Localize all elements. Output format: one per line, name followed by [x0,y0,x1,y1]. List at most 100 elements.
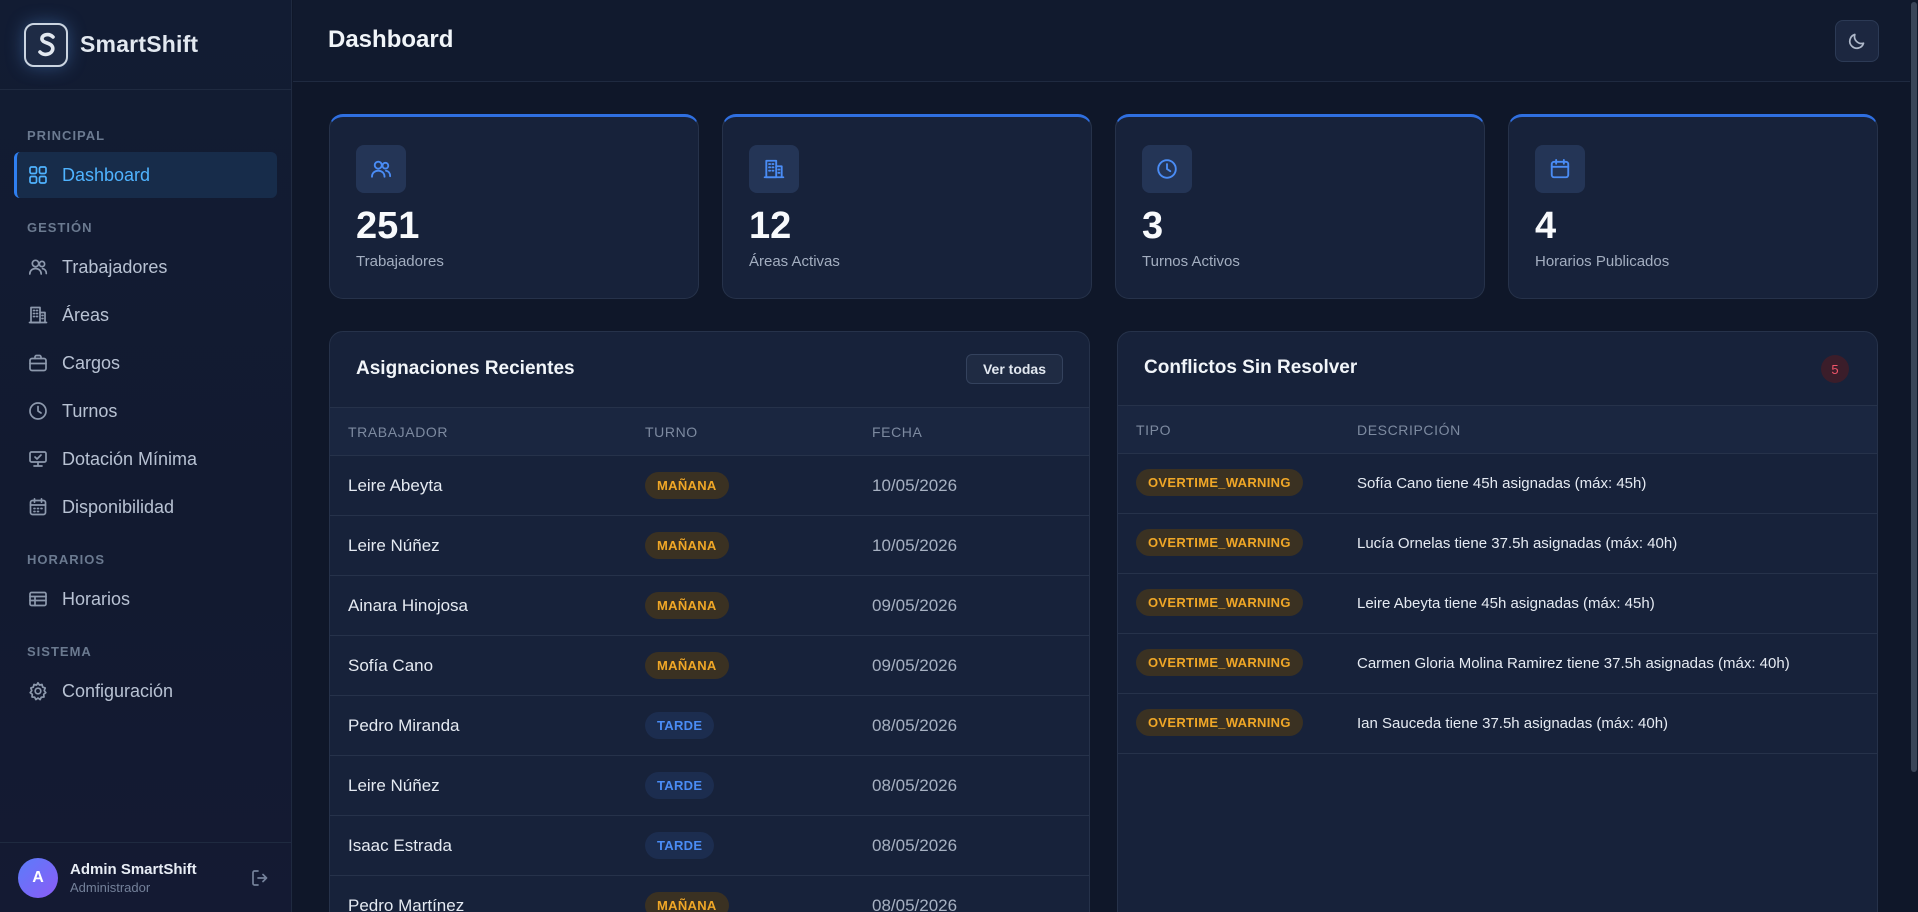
conflict-type-badge: OVERTIME_WARNING [1136,469,1303,496]
user-role: Administrador [70,879,151,895]
shift-badge: TARDE [645,712,715,739]
assignment-date: 08/05/2026 [872,836,958,855]
worker-name: Isaac Estrada [348,836,452,855]
conflict-description: Leire Abeyta tiene 45h asignadas (máx: 4… [1357,595,1655,612]
gear-icon [28,681,48,701]
shift-badge: TARDE [645,832,715,859]
sidebar-item-label: Áreas [62,304,110,325]
sidebar-item-configuracion[interactable]: Configuración [14,668,277,714]
sidebar-item-label: Disponibilidad [62,496,175,517]
sidebar-item-dotacion-minima[interactable]: Dotación Mínima [14,436,277,482]
brand[interactable]: SmartShift [0,0,291,90]
shift-badge: MAÑANA [645,532,729,559]
assignment-date: 10/05/2026 [872,536,958,555]
table-row[interactable]: Pedro Martínez MAÑANA 08/05/2026 [330,876,1089,912]
conflict-type-badge: OVERTIME_WARNING [1136,709,1303,736]
table-row[interactable]: Sofía Cano MAÑANA 09/05/2026 [330,636,1089,696]
page-scrollbar[interactable] [1910,0,1918,912]
stat-value: 3 [1142,205,1164,247]
shift-badge: MAÑANA [645,472,729,499]
sidebar-item-label: Trabajadores [62,256,168,277]
stat-label: Trabajadores [356,253,444,270]
table-row[interactable]: OVERTIME_WARNING Lucía Ornelas tiene 37.5… [1118,514,1877,574]
column-header-shift[interactable]: TURNO [645,424,698,440]
sidebar-item-horarios[interactable]: Horarios [14,576,277,622]
table-row[interactable]: OVERTIME_WARNING Leire Abeyta tiene 45h a… [1118,574,1877,634]
assignment-date: 09/05/2026 [872,596,958,615]
building-icon [749,145,799,193]
scrollbar-thumb[interactable] [1911,2,1917,772]
assignment-date: 08/05/2026 [872,776,958,795]
grid-icon [28,165,48,185]
sidebar-item-areas[interactable]: Áreas [14,292,277,338]
conflict-type-badge: OVERTIME_WARNING [1136,589,1303,616]
conflict-description: Carmen Gloria Molina Ramirez tiene 37.5h… [1357,655,1790,672]
sidebar-item-turnos[interactable]: Turnos [14,388,277,434]
column-header-date[interactable]: FECHA [872,424,922,440]
conflict-description: Sofía Cano tiene 45h asignadas (máx: 45h… [1357,475,1647,492]
table-header: TRABAJADOR TURNO FECHA [330,408,1089,456]
page-header: Dashboard [293,0,1918,82]
shift-badge: TARDE [645,772,715,799]
table-row[interactable]: OVERTIME_WARNING Carmen Gloria Molina Ram… [1118,634,1877,694]
calendar-icon [28,497,48,517]
worker-name: Leire Núñez [348,776,440,795]
stat-value: 251 [356,205,420,247]
conflict-type-badge: OVERTIME_WARNING [1136,649,1303,676]
table-row[interactable]: Ainara Hinojosa MAÑANA 09/05/2026 [330,576,1089,636]
conflict-description: Lucía Ornelas tiene 37.5h asignadas (máx… [1357,535,1678,552]
sidebar-item-cargos[interactable]: Cargos [14,340,277,386]
sidebar-item-label: Dashboard [62,164,151,185]
table-row[interactable]: OVERTIME_WARNING Sofía Cano tiene 45h asi… [1118,454,1877,514]
table-row[interactable]: Leire Abeyta MAÑANA 10/05/2026 [330,456,1089,516]
table-header: TIPO DESCRIPCIÓN [1118,406,1877,454]
assignment-date: 09/05/2026 [872,656,958,675]
sidebar-item-disponibilidad[interactable]: Disponibilidad [14,484,277,530]
table-row[interactable]: Pedro Miranda TARDE 08/05/2026 [330,696,1089,756]
table-icon [28,589,48,609]
stat-value: 12 [749,205,792,247]
avatar: A [18,857,58,898]
sidebar: SmartShift PRINCIPAL Dashboard GESTIÓN T… [0,0,292,912]
assignment-date: 08/05/2026 [872,896,958,912]
users-icon [28,257,48,277]
sidebar-item-dashboard[interactable]: Dashboard [14,152,277,198]
conflict-count-badge: 5 [1821,355,1849,383]
nav-section-sistema: SISTEMA [27,644,92,659]
sidebar-item-label: Turnos [62,400,118,421]
nav-section-gestion: GESTIÓN [27,220,93,235]
view-all-button[interactable]: Ver todas [965,354,1063,384]
stat-card-turnos: 3 Turnos Activos [1115,114,1485,299]
sidebar-item-label: Configuración [62,680,174,701]
table-row[interactable]: Leire Núñez TARDE 08/05/2026 [330,756,1089,816]
assignment-date: 10/05/2026 [872,476,958,495]
user-check-icon [28,449,48,469]
unresolved-conflicts-panel: Conflictos Sin Resolver 5 TIPO DESCRIPCI… [1117,331,1878,912]
table-row[interactable]: OVERTIME_WARNING Ian Sauceda tiene 37.5h … [1118,694,1877,754]
moon-icon [1848,33,1865,50]
table-row[interactable]: Isaac Estrada TARDE 08/05/2026 [330,816,1089,876]
nav-section-horarios: HORARIOS [27,552,106,567]
brand-name: SmartShift [80,31,199,57]
column-header-worker[interactable]: TRABAJADOR [348,424,448,440]
stat-card-horarios: 4 Horarios Publicados [1508,114,1878,299]
nav-section-principal: PRINCIPAL [27,128,106,143]
conflict-description: Ian Sauceda tiene 37.5h asignadas (máx: … [1357,715,1669,732]
smartshift-logo-icon [24,22,68,67]
column-header-type[interactable]: TIPO [1136,422,1171,438]
sidebar-item-trabajadores[interactable]: Trabajadores [14,244,277,290]
column-header-description[interactable]: DESCRIPCIÓN [1357,422,1461,438]
logout-icon[interactable] [250,868,270,888]
clock-icon [28,401,48,421]
table-row[interactable]: Leire Núñez MAÑANA 10/05/2026 [330,516,1089,576]
stat-card-areas: 12 Áreas Activas [722,114,1092,299]
shift-badge: MAÑANA [645,592,729,619]
sidebar-item-label: Horarios [62,588,131,609]
user-profile[interactable]: A Admin SmartShift Administrador [0,842,292,912]
theme-toggle-button[interactable] [1835,20,1879,62]
users-icon [356,145,406,193]
shift-badge: MAÑANA [645,892,729,912]
stat-card-trabajadores: 251 Trabajadores [329,114,699,299]
worker-name: Pedro Miranda [348,716,460,735]
worker-name: Ainara Hinojosa [348,596,469,615]
